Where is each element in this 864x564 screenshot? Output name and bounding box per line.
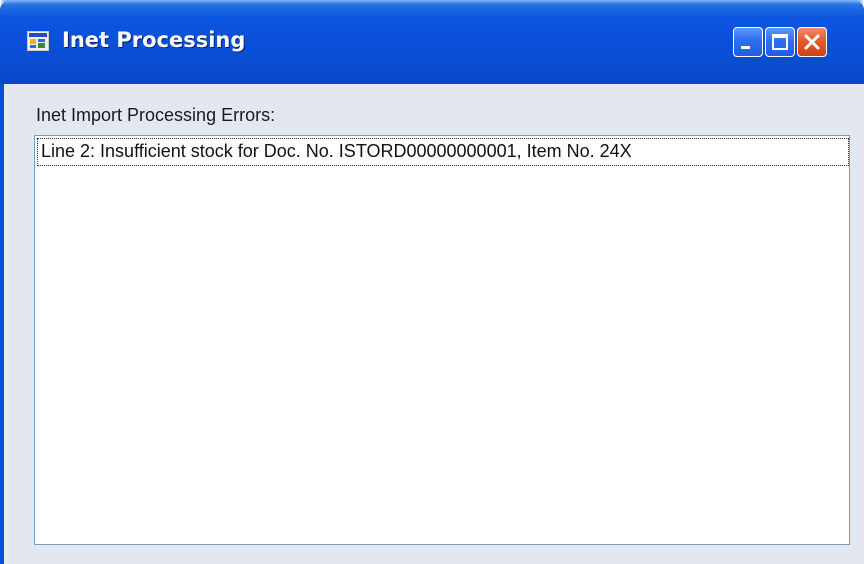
title-bar[interactable]: Inet Processing: [0, 0, 864, 84]
error-list-item[interactable]: Line 2: Insufficient stock for Doc. No. …: [37, 138, 849, 166]
maximize-button[interactable]: [765, 27, 795, 57]
app-window-icon[interactable]: [27, 31, 49, 51]
close-button[interactable]: [797, 27, 827, 57]
window-title: Inet Processing: [62, 28, 246, 52]
errors-label: Inet Import Processing Errors:: [36, 105, 276, 125]
close-icon: [804, 34, 820, 50]
maximize-icon: [772, 34, 788, 50]
inet-processing-window: Inet Processing Inet Import Processing E…: [0, 0, 864, 564]
minimize-icon: [741, 46, 750, 49]
errors-list[interactable]: Line 2: Insufficient stock for Doc. No. …: [34, 135, 850, 545]
minimize-button[interactable]: [733, 27, 763, 57]
